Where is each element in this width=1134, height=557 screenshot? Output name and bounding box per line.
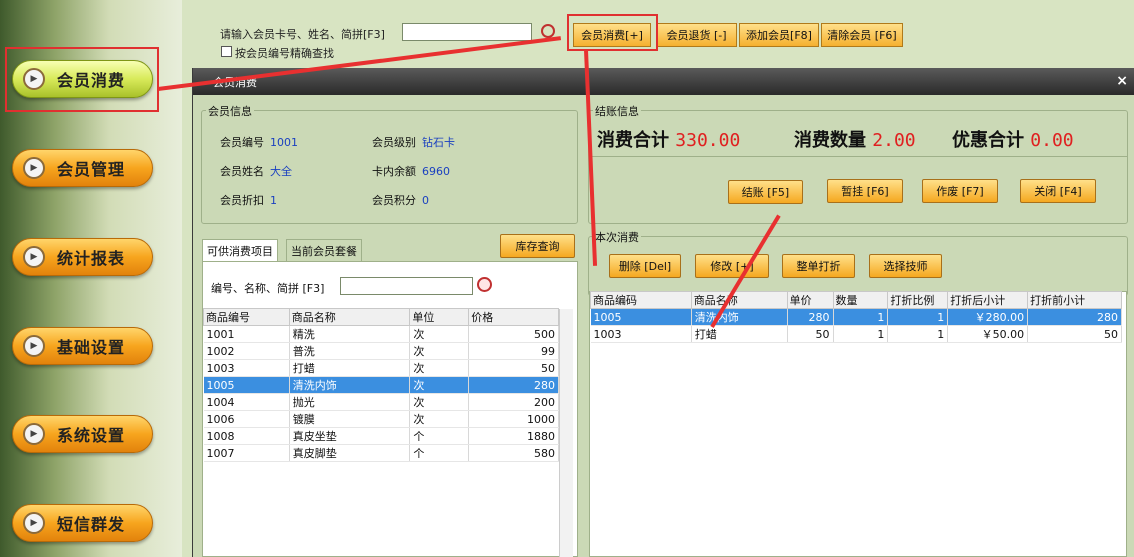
sidebar-item-label: 短信群发 — [57, 515, 126, 534]
items-scrollbar[interactable] — [559, 309, 573, 557]
col-header[interactable]: 商品编号 — [203, 308, 290, 326]
stock-query-button[interactable]: 库存查询 — [500, 234, 575, 258]
highlight-box — [5, 47, 159, 112]
table-row[interactable]: 1002 普洗次 99 — [203, 342, 559, 360]
col-header[interactable]: 打折后小计 — [947, 291, 1029, 309]
search-label: 请输入会员卡号、姓名、简拼[F3] — [220, 28, 385, 41]
table-row[interactable]: 1007 真皮脚垫个 580 — [203, 444, 559, 462]
exact-match-label: 按会员编号精确查找 — [235, 47, 334, 60]
bulk-discount-button[interactable]: 整单打折 — [782, 254, 855, 278]
items-table: 商品编号 商品名称 单位 价格 1001 精洗次 500 1002 普洗次 99 100… — [203, 308, 559, 462]
col-header[interactable]: 商品名称 — [288, 308, 411, 326]
consume-dialog: 会员消费 × 会员信息 会员编号 1001 会员级别 钻石卡 会员姓名 大全 卡内余额 6… — [192, 68, 1134, 557]
delete-button[interactable]: 删除 [Del] — [609, 254, 681, 278]
card-balance: 卡内余额 6960 — [372, 165, 450, 178]
table-row-selected[interactable]: 1005 清洗内饰次 280 — [203, 376, 559, 394]
member-info-legend: 会员信息 — [206, 103, 254, 119]
play-icon: ▶ — [23, 335, 45, 357]
hold-button[interactable]: 暂挂 [F6] — [827, 179, 903, 203]
tab-member-packages[interactable]: 当前会员套餐 — [286, 239, 362, 261]
member-info-group: 会员信息 会员编号 1001 会员级别 钻石卡 会员姓名 大全 卡内余额 6960 会员… — [201, 103, 578, 224]
sidebar-item-basic-settings[interactable]: ▶ 基础设置 — [12, 327, 153, 365]
clear-member-button[interactable]: 清除会员 [F6] — [821, 23, 903, 47]
member-name: 会员姓名 大全 — [220, 165, 292, 178]
member-level: 会员级别 钻石卡 — [372, 136, 455, 149]
item-search-input[interactable] — [340, 277, 473, 295]
search-icon[interactable] — [477, 277, 492, 292]
consume-table: 商品编码 商品名称 单价 数量 打折比例 打折后小计 打折前小计 1005清洗内… — [590, 291, 1122, 343]
sidebar-item-member-manage[interactable]: ▶ 会员管理 — [12, 149, 153, 187]
col-header[interactable]: 单位 — [409, 308, 470, 326]
sidebar-item-label: 基础设置 — [57, 338, 126, 357]
consume-qty: 消费数量 2.00 — [794, 130, 916, 151]
member-no: 会员编号 1001 — [220, 136, 298, 149]
tab-available-items[interactable]: 可供消费项目 — [202, 239, 278, 261]
divider — [589, 156, 1127, 157]
member-discount: 会员折扣 1 — [220, 194, 277, 207]
discount-total: 优惠合计 0.00 — [952, 130, 1074, 151]
consume-legend: 本次消费 — [593, 229, 641, 245]
table-row[interactable]: 1003 打蜡次 50 — [203, 359, 559, 377]
exact-match-checkbox[interactable] — [221, 46, 232, 57]
table-row[interactable]: 1003 打蜡 50 1 1 ￥50.00 50 — [590, 325, 1122, 343]
play-icon: ▶ — [23, 246, 45, 268]
col-header[interactable]: 数量 — [832, 291, 889, 309]
member-search-input[interactable] — [402, 23, 532, 41]
sidebar-item-label: 会员管理 — [57, 160, 126, 179]
col-header[interactable]: 商品名称 — [690, 291, 788, 309]
add-member-button[interactable]: 添加会员[F8] — [739, 23, 819, 47]
col-header[interactable]: 价格 — [468, 308, 559, 326]
play-icon: ▶ — [23, 157, 45, 179]
item-search-label: 编号、名称、简拼 [F3] — [211, 282, 325, 295]
modify-button[interactable]: 修改 [+] — [695, 254, 769, 278]
member-return-button[interactable]: 会员退货 [-] — [656, 23, 737, 47]
play-icon: ▶ — [23, 423, 45, 445]
play-icon: ▶ — [23, 512, 45, 534]
select-technician-button[interactable]: 选择技师 — [869, 254, 942, 278]
sidebar-item-label: 系统设置 — [57, 426, 126, 445]
sidebar-item-reports[interactable]: ▶ 统计报表 — [12, 238, 153, 276]
table-row[interactable]: 1008 真皮坐垫个 1880 — [203, 427, 559, 445]
col-header[interactable]: 单价 — [786, 291, 834, 309]
table-row-selected[interactable]: 1005清洗内饰28011￥280.00280 — [590, 308, 1122, 326]
dialog-titlebar[interactable]: 会员消费 × — [193, 68, 1134, 95]
col-header[interactable]: 商品编码 — [590, 291, 692, 309]
table-row[interactable]: 1006 镀膜次 1000 — [203, 410, 559, 428]
col-header[interactable]: 打折比例 — [887, 291, 949, 309]
checkout-legend: 结账信息 — [593, 103, 641, 119]
table-row[interactable]: 1001 精洗次 500 — [203, 325, 559, 343]
search-icon[interactable] — [541, 24, 555, 38]
void-button[interactable]: 作废 [F7] — [922, 179, 998, 203]
close-icon[interactable]: × — [1116, 73, 1128, 89]
col-header[interactable]: 打折前小计 — [1027, 291, 1122, 309]
table-row[interactable]: 1004 抛光次 200 — [203, 393, 559, 411]
member-points: 会员积分 0 — [372, 194, 429, 207]
close-button[interactable]: 关闭 [F4] — [1020, 179, 1096, 203]
sidebar-item-sms[interactable]: ▶ 短信群发 — [12, 504, 153, 542]
sidebar-item-system-settings[interactable]: ▶ 系统设置 — [12, 415, 153, 453]
checkout-button[interactable]: 结账 [F5] — [728, 180, 803, 204]
highlight-box — [567, 14, 658, 51]
consume-total: 消费合计 330.00 — [597, 130, 741, 151]
sidebar-item-label: 统计报表 — [57, 249, 126, 268]
